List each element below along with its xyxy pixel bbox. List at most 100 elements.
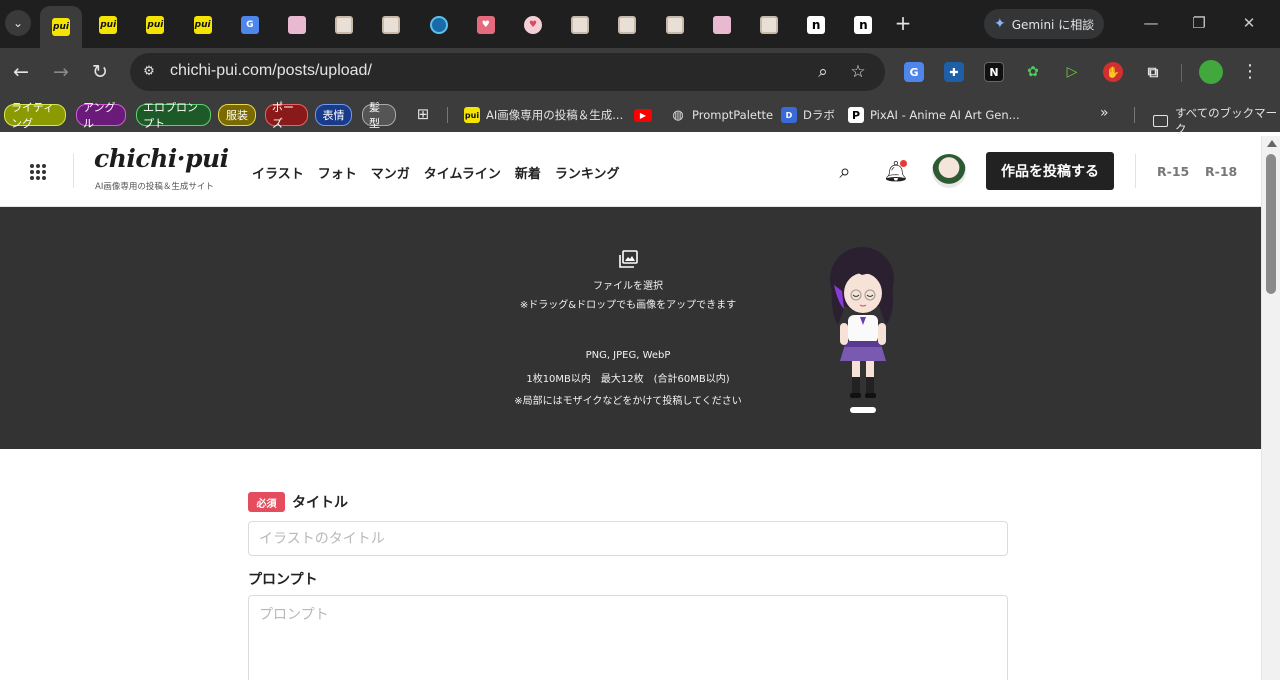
menu-icon[interactable]: ⋮ bbox=[1240, 60, 1260, 84]
bookmark-youtube[interactable]: ▶ bbox=[634, 105, 652, 125]
browser-tab[interactable] bbox=[606, 8, 648, 42]
select-file-label[interactable]: ファイルを選択 bbox=[0, 277, 1256, 292]
bookmark-pixai[interactable]: P PixAI - Anime AI Art Gen... bbox=[848, 105, 1020, 125]
browser-tab[interactable]: ♥ bbox=[512, 8, 554, 42]
title-input[interactable] bbox=[248, 521, 1008, 556]
gemini-icon: ✦ bbox=[994, 16, 1006, 32]
bookmark-chichipui[interactable]: pui AI画像専用の投稿＆生成... bbox=[464, 105, 623, 125]
bookmark-tag[interactable]: 表情 bbox=[315, 104, 352, 126]
browser-tab[interactable] bbox=[418, 8, 460, 42]
bookmark-label: PixAI - Anime AI Art Gen... bbox=[870, 108, 1020, 122]
bookmark-tag[interactable]: ライティング bbox=[4, 101, 66, 130]
back-icon[interactable]: ← bbox=[9, 60, 33, 84]
tab-search-button[interactable]: ⌄ bbox=[5, 10, 31, 36]
browser-tab[interactable] bbox=[370, 8, 412, 42]
site-info-icon[interactable]: ⚙ bbox=[140, 63, 158, 81]
site-logo[interactable]: chichi·pui bbox=[94, 144, 229, 173]
browser-tab[interactable]: pui bbox=[134, 8, 176, 42]
folder-icon bbox=[1153, 115, 1168, 127]
url-text[interactable]: chichi-pui.com/posts/upload/ bbox=[170, 62, 372, 80]
browser-tab[interactable] bbox=[323, 8, 365, 42]
doc-favicon-icon bbox=[571, 16, 590, 34]
title-label: タイトル bbox=[292, 495, 348, 511]
n-favicon-icon: n bbox=[807, 16, 826, 34]
bookmarks-bar: ライティング アングル エロプロンプト 服装 ポーズ 表情 髪型 ⊞ pui AI画像専用の… bbox=[0, 96, 1280, 136]
bookmark-tag[interactable]: アングル bbox=[76, 101, 126, 130]
browser-tab[interactable]: n bbox=[795, 8, 837, 42]
close-icon[interactable]: ✕ bbox=[1238, 12, 1260, 34]
browser-tab[interactable]: pui bbox=[87, 8, 129, 42]
bookmark-tag[interactable]: 髪型 bbox=[362, 101, 396, 130]
zoom-icon[interactable]: ⌕ bbox=[812, 61, 834, 83]
r18-toggle[interactable]: R-18 bbox=[1205, 164, 1237, 179]
notion-extension-icon[interactable]: N bbox=[984, 62, 1004, 82]
pui-favicon-icon: pui bbox=[99, 16, 118, 34]
bookmark-star-icon[interactable]: ☆ bbox=[847, 61, 869, 83]
bookmark-tag[interactable]: エロプロンプト bbox=[136, 101, 211, 130]
browser-tab[interactable] bbox=[276, 8, 318, 42]
search-icon[interactable]: ⌕ bbox=[832, 158, 858, 184]
menu-grid-icon[interactable] bbox=[30, 164, 46, 180]
leaf-extension-icon[interactable]: ✿ bbox=[1023, 62, 1043, 82]
circle-favicon-icon bbox=[429, 16, 448, 34]
dlabo-icon: D bbox=[781, 107, 797, 123]
page-content: chichi·pui AI画像専用の投稿＆生成サイト イラスト フォト マンガ タイム… bbox=[0, 136, 1261, 680]
bookmark-dlabo[interactable]: D Dラボ bbox=[781, 105, 835, 125]
bookmark-tag[interactable]: 服装 bbox=[218, 104, 256, 126]
extensions-puzzle-icon[interactable]: ⧉ bbox=[1143, 62, 1163, 82]
post-artwork-button[interactable]: 作品を投稿する bbox=[986, 152, 1114, 190]
address-bar[interactable]: ⚙ chichi-pui.com/posts/upload/ ⌕ ☆ bbox=[130, 53, 885, 91]
nav-item[interactable]: ランキング bbox=[555, 163, 620, 182]
folder-label: すべてのブックマーク bbox=[1174, 106, 1278, 136]
pui-favicon-icon: pui bbox=[52, 18, 70, 36]
file-upload-dropzone[interactable]: ファイルを選択 ※ドラッグ&ドロップでも画像をアップできます PNG, JPEG… bbox=[0, 207, 1261, 449]
new-tab-button[interactable]: + bbox=[892, 12, 914, 34]
profile-avatar[interactable] bbox=[1199, 60, 1223, 84]
browser-tab[interactable]: pui bbox=[40, 6, 82, 48]
doc-favicon-icon bbox=[665, 16, 684, 34]
prompt-textarea[interactable] bbox=[248, 595, 1008, 680]
all-bookmarks-folder[interactable]: すべてのブックマーク bbox=[1153, 105, 1280, 137]
gemini-label: Gemini に相談 bbox=[1011, 17, 1095, 32]
scroll-up-arrow-icon[interactable] bbox=[1267, 140, 1277, 147]
site-header: chichi·pui AI画像専用の投稿＆生成サイト イラスト フォト マンガ タイム… bbox=[0, 136, 1261, 207]
bookmarks-divider bbox=[1134, 107, 1135, 123]
pixai-icon: P bbox=[848, 107, 864, 123]
scroll-thumb[interactable] bbox=[1266, 154, 1276, 294]
browser-tab[interactable] bbox=[654, 8, 696, 42]
nav-item[interactable]: イラスト bbox=[252, 163, 304, 182]
more-bookmarks-icon[interactable]: » bbox=[1100, 105, 1109, 121]
apps-grid-icon[interactable]: ⊞ bbox=[414, 105, 432, 123]
blue-extension-icon[interactable]: ✚ bbox=[944, 62, 964, 82]
bookmarks-divider bbox=[447, 107, 448, 123]
doc-favicon-icon bbox=[382, 16, 401, 34]
forward-icon[interactable]: → bbox=[49, 60, 73, 84]
page-scrollbar[interactable] bbox=[1261, 136, 1280, 680]
nav-item[interactable]: マンガ bbox=[371, 163, 410, 182]
browser-tab[interactable]: n bbox=[842, 8, 884, 42]
browser-tab[interactable] bbox=[701, 8, 743, 42]
restore-icon[interactable]: ❐ bbox=[1188, 12, 1210, 34]
play-extension-icon[interactable]: ▷ bbox=[1062, 62, 1082, 82]
user-avatar[interactable] bbox=[932, 154, 966, 188]
header-divider bbox=[73, 154, 74, 188]
gemini-button[interactable]: ✦ Gemini に相談 bbox=[984, 9, 1104, 39]
hand-extension-icon[interactable]: ✋ bbox=[1103, 62, 1123, 82]
browser-tab[interactable]: ♥ bbox=[465, 8, 507, 42]
pui-favicon-icon: pui bbox=[193, 16, 212, 34]
bookmark-promptpalette[interactable]: ◍ PromptPalette bbox=[670, 105, 773, 125]
browser-tab[interactable] bbox=[559, 8, 601, 42]
nav-item[interactable]: 新着 bbox=[515, 163, 541, 182]
translate-extension-icon[interactable]: G bbox=[904, 62, 924, 82]
browser-tab[interactable]: pui bbox=[182, 8, 224, 42]
browser-tab[interactable] bbox=[748, 8, 790, 42]
prompt-label: プロンプト bbox=[248, 572, 318, 588]
toolbar-divider bbox=[1181, 64, 1182, 82]
browser-tab[interactable]: G bbox=[229, 8, 271, 42]
nav-item[interactable]: タイムライン bbox=[424, 163, 501, 182]
minimize-icon[interactable]: — bbox=[1140, 12, 1162, 34]
reload-icon[interactable]: ↻ bbox=[88, 60, 112, 84]
nav-item[interactable]: フォト bbox=[318, 163, 357, 182]
bookmark-tag[interactable]: ポーズ bbox=[265, 101, 308, 130]
r15-toggle[interactable]: R-15 bbox=[1157, 164, 1189, 179]
